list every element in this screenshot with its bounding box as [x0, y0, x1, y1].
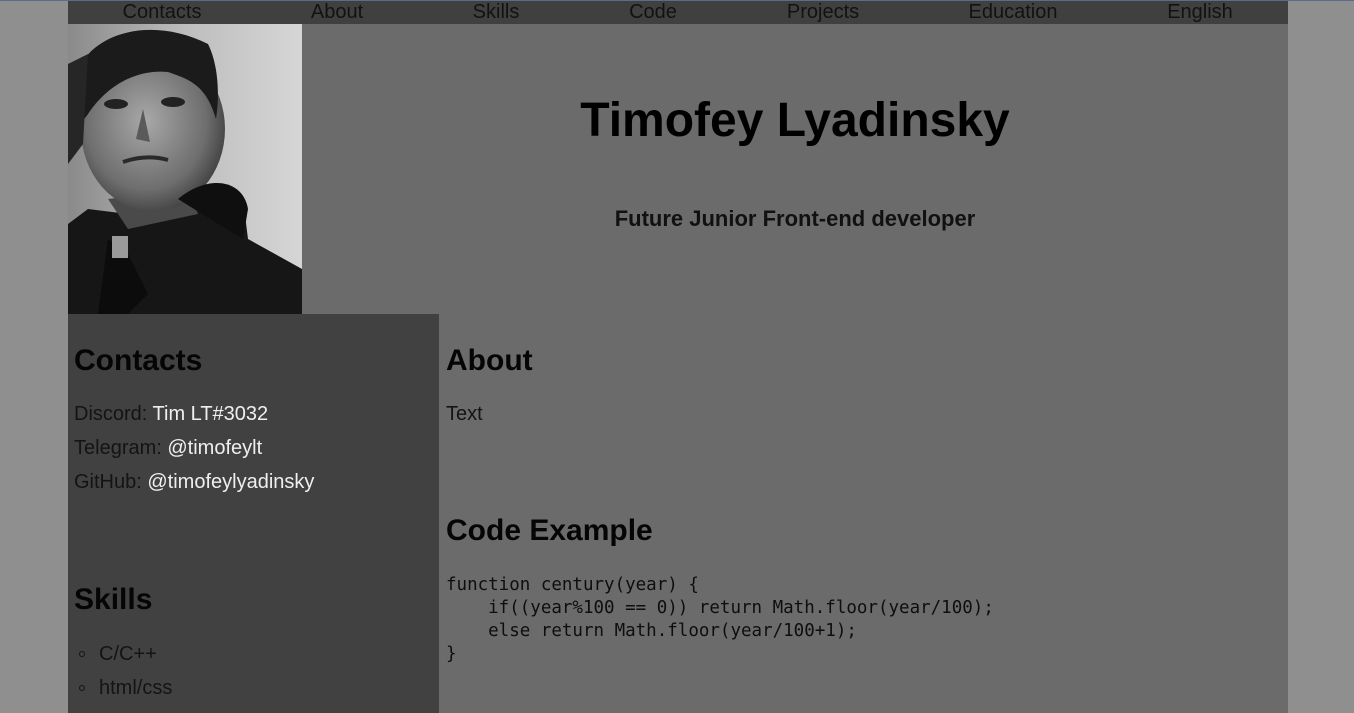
nav-link-education[interactable]: Education — [969, 1, 1058, 23]
contact-telegram: Telegram: @timofeylt — [74, 436, 262, 460]
contact-github-link[interactable]: @timofeylyadinsky — [147, 471, 314, 493]
nav-link-about[interactable]: About — [311, 1, 363, 23]
skill-item: html/css — [99, 677, 173, 699]
page-title: Timofey Lyadinsky — [580, 94, 1010, 147]
code-example-heading: Code Example — [446, 514, 653, 547]
bullet-icon — [79, 651, 85, 657]
code-example-block: function century(year) { if((year%100 ==… — [446, 575, 994, 664]
contact-telegram-label: Telegram: — [74, 437, 168, 459]
nav-link-projects[interactable]: Projects — [787, 1, 859, 23]
contacts-heading: Contacts — [74, 344, 203, 377]
about-text: Text — [446, 403, 483, 425]
nav-link-code[interactable]: Code — [629, 1, 677, 23]
nav-link-skills[interactable]: Skills — [473, 1, 520, 23]
contact-telegram-link[interactable]: @timofeylt — [167, 437, 262, 459]
contact-github-label: GitHub: — [74, 471, 148, 493]
contact-discord-label: Discord: — [74, 403, 153, 425]
skill-item: C/C++ — [99, 643, 157, 665]
top-navigation: Contacts About Skills Code Projects Educ… — [68, 1, 1288, 24]
contact-discord: Discord: Tim LT#3032 — [74, 402, 268, 426]
sidebar: Contacts Discord: Tim LT#3032 Telegram: … — [68, 314, 439, 713]
skills-heading: Skills — [74, 583, 153, 616]
contact-github: GitHub: @timofeylyadinsky — [74, 470, 314, 494]
contact-discord-link[interactable]: Tim LT#3032 — [153, 403, 269, 425]
bullet-icon — [79, 685, 85, 691]
nav-link-contacts[interactable]: Contacts — [123, 1, 202, 23]
profile-photo — [68, 24, 302, 314]
nav-link-language[interactable]: English — [1167, 1, 1233, 23]
page-container: Contacts About Skills Code Projects Educ… — [68, 1, 1288, 713]
about-heading: About — [446, 344, 533, 377]
page-subtitle: Future Junior Front-end developer — [614, 206, 976, 231]
